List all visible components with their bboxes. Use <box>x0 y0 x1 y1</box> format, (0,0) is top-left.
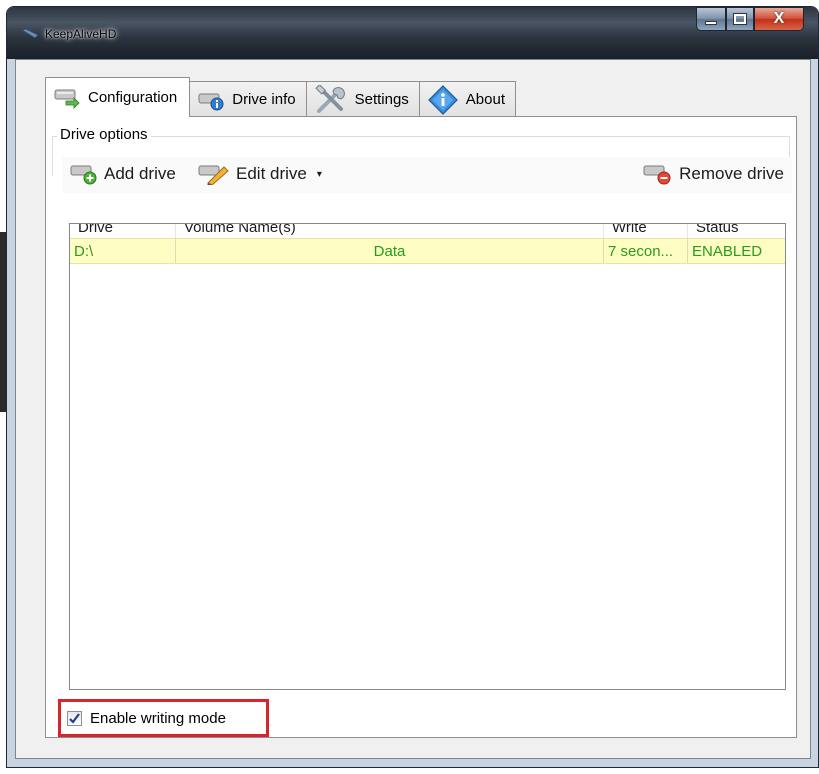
drive-options-label: Drive options <box>57 126 151 143</box>
column-header-write[interactable]: Write <box>604 224 647 238</box>
add-drive-label: Add drive <box>104 164 176 183</box>
tools-icon <box>314 84 347 115</box>
enable-writing-mode-label: Enable writing mode <box>90 710 226 727</box>
window-title: KeepAliveHD <box>45 27 117 41</box>
column-header-volume[interactable]: Volume Name(s) <box>176 224 296 238</box>
title-bar[interactable]: KeepAliveHD X <box>7 7 818 59</box>
tab-configuration-label: Configuration <box>88 89 178 106</box>
remove-drive-label: Remove drive <box>679 164 784 183</box>
drive-list[interactable]: Drive Volume Name(s) Write Status D:\ Da… <box>69 223 786 690</box>
add-drive-icon <box>70 163 98 185</box>
writing-mode-option[interactable]: Enable writing mode <box>67 710 226 727</box>
cell-divider <box>603 239 604 263</box>
edit-drive-label: Edit drive <box>236 164 307 183</box>
list-header: Drive Volume Name(s) Write Status <box>70 224 785 238</box>
checkmark-icon <box>69 713 80 724</box>
client-area: Configuration Drive info Settings About … <box>15 59 811 759</box>
column-header-status[interactable]: Status <box>688 224 739 238</box>
caption-buttons: X <box>696 7 804 37</box>
cell-status: ENABLED <box>692 243 763 260</box>
tab-settings-label: Settings <box>354 91 409 108</box>
column-header-drive[interactable]: Drive <box>70 224 113 238</box>
close-icon: X <box>773 10 785 27</box>
group-border-top <box>52 136 790 137</box>
group-border-left <box>52 136 53 176</box>
close-button[interactable]: X <box>754 7 804 31</box>
remove-drive-icon <box>643 163 673 185</box>
tab-about[interactable]: About <box>418 81 516 117</box>
app-window: KeepAliveHD X Configuration Drive info S… <box>6 6 819 768</box>
add-drive-button[interactable]: Add drive <box>70 163 176 185</box>
table-row[interactable]: D:\ Data 7 secon... ENABLED <box>70 238 785 264</box>
tab-settings[interactable]: Settings <box>305 81 420 117</box>
cell-write: 7 secon... <box>608 243 674 260</box>
enable-writing-mode-checkbox[interactable] <box>67 711 82 726</box>
maximize-button[interactable] <box>726 7 754 31</box>
cell-divider <box>687 239 688 263</box>
cell-volume: Data <box>373 243 406 260</box>
edit-drive-icon <box>198 163 230 185</box>
minimize-button[interactable] <box>696 7 726 31</box>
tab-configuration[interactable]: Configuration <box>45 77 191 117</box>
configuration-page: Drive options Add drive Edit drive ▾ Rem… <box>45 116 797 738</box>
minimize-icon <box>705 21 717 25</box>
cell-drive: D:\ <box>74 243 94 260</box>
tab-drive-info[interactable]: Drive info <box>189 81 307 117</box>
remove-drive-button[interactable]: Remove drive <box>643 163 784 185</box>
tab-drive-info-label: Drive info <box>232 91 296 108</box>
tab-about-label: About <box>465 91 505 108</box>
edit-drive-button[interactable]: Edit drive ▾ <box>198 163 322 185</box>
app-icon <box>21 28 39 39</box>
drive-toolbar: Add drive Edit drive ▾ Remove drive <box>62 157 792 193</box>
maximize-icon <box>733 13 747 25</box>
drive-info-icon <box>198 89 224 111</box>
info-diamond-icon <box>427 84 458 115</box>
tab-strip: Configuration Drive info Settings About <box>45 77 516 117</box>
chevron-down-icon[interactable]: ▾ <box>317 169 322 180</box>
drive-arrow-icon <box>54 87 80 109</box>
